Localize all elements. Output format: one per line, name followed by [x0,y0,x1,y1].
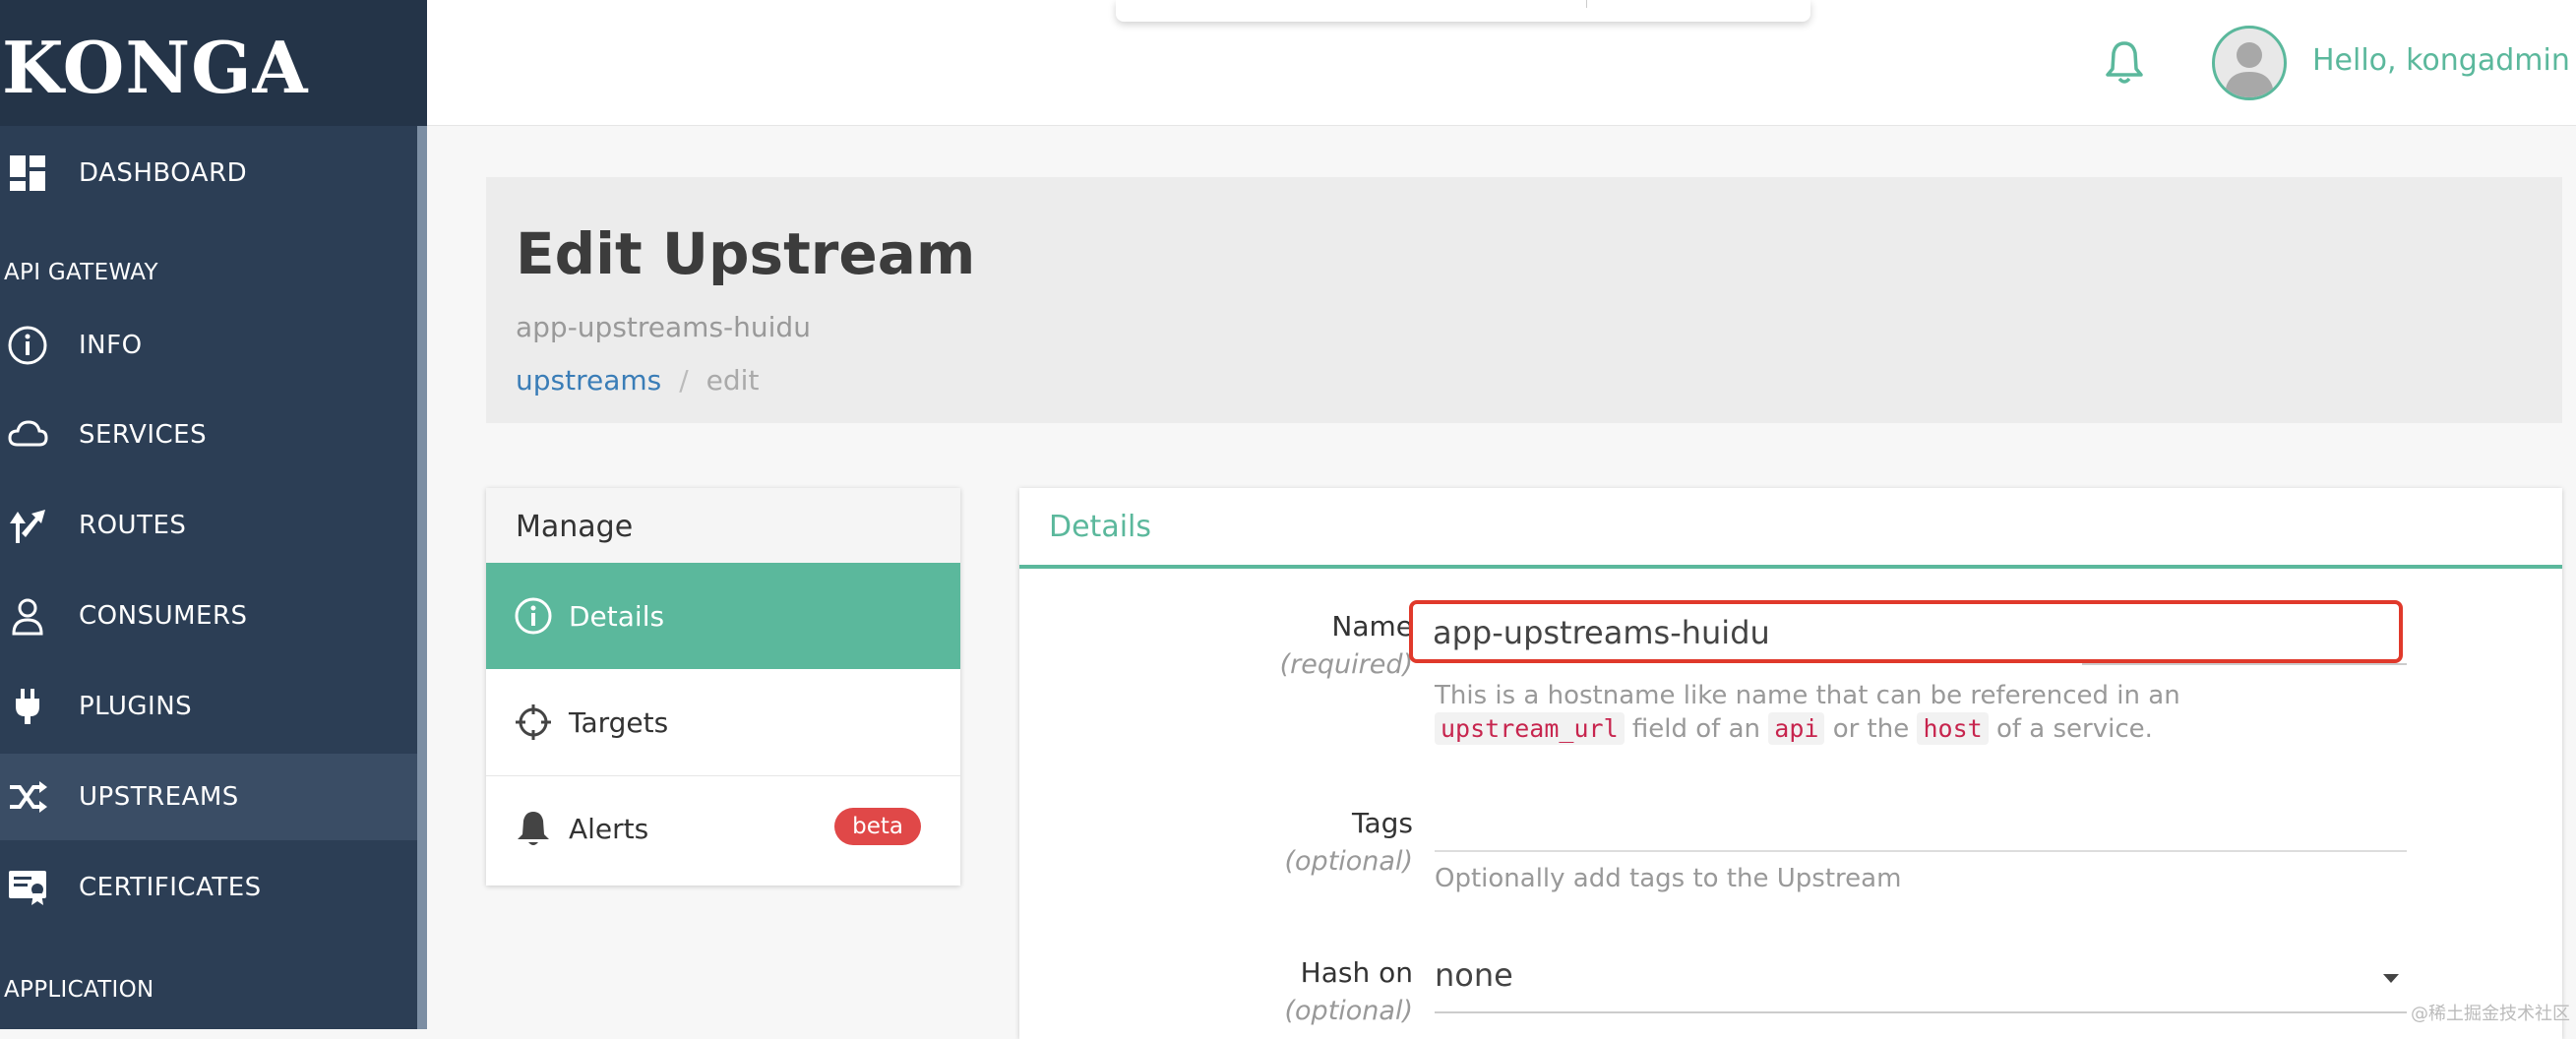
sidebar-item-services[interactable]: SERVICES [0,392,417,478]
certificate-icon [9,871,46,905]
help-text: of a service. [1995,714,2153,744]
hash-on-underline [1435,1011,2407,1013]
hash-on-optional-hint: (optional) [1284,996,1414,1026]
tags-label: Tags [1352,807,1413,839]
plug-icon [16,689,39,724]
page-header: Edit Upstream app-upstreams-huidu upstre… [486,177,2562,423]
info-icon [515,597,552,635]
sidebar-item-upstreams[interactable]: UPSTREAMS [0,754,417,840]
tags-help: Optionally add tags to the Upstream [1435,864,1902,893]
name-help-line2: upstream_url field of an api or the host… [1435,712,2153,745]
avatar[interactable] [2212,26,2287,100]
manage-item-label: Targets [569,706,669,739]
divider [1586,0,1587,8]
shuffle-icon [10,781,47,813]
manage-item-targets[interactable]: Targets [486,669,960,776]
code-upstream-url: upstream_url [1435,712,1625,745]
sidebar-item-plugins[interactable]: PLUGINS [0,663,417,750]
sidebar-section-application: APPLICATION [4,977,154,1003]
sidebar-item-consumers[interactable]: CONSUMERS [0,573,417,659]
name-required-hint: (required) [1279,649,1413,680]
sidebar-item-info[interactable]: INFO [0,302,417,389]
name-input-underline [2082,663,2407,665]
hash-on-label: Hash on [1300,956,1413,989]
top-dropdown-panel [1116,0,1810,22]
sidebar-item-label: ROUTES [79,511,187,540]
manage-title: Manage [516,510,634,544]
details-panel: Details Name (required) app-upstreams-hu… [1019,488,2562,1039]
help-text: or the [1832,714,1910,744]
chevron-down-icon[interactable] [2383,974,2399,983]
name-input-value: app-upstreams-huidu [1433,614,1770,651]
user-menu-toggle[interactable]: Hello, kongadmin [2312,43,2576,78]
user-avatar-icon [2225,42,2274,97]
help-text: field of an [1631,714,1760,744]
routes-icon [10,510,45,543]
watermark: @稀土掘金技术社区 [2411,1004,2570,1024]
dashboard-icon [10,155,45,191]
sidebar-item-dashboard[interactable]: DASHBOARD [0,130,417,216]
sidebar-item-label: PLUGINS [79,692,193,721]
sidebar-section-api-gateway: API GATEWAY [4,260,158,285]
name-label: Name [1331,610,1413,642]
details-title: Details [1049,510,1152,544]
sidebar-item-label: SERVICES [79,420,208,450]
name-input[interactable]: app-upstreams-huidu [1409,600,2403,663]
user-icon [12,598,43,636]
code-host: host [1917,712,1989,745]
manage-panel: Manage Details Targets Alerts beta [486,488,960,886]
sidebar-item-label: CONSUMERS [79,601,248,631]
hash-on-select[interactable]: none [1435,956,1513,994]
manage-item-label: Details [569,600,665,633]
sidebar-item-label: DASHBOARD [79,158,248,188]
sidebar-item-routes[interactable]: ROUTES [0,482,417,569]
crosshair-icon [516,704,551,740]
page-title: Edit Upstream [516,220,976,287]
notifications-bell-icon[interactable] [2104,39,2145,87]
manage-item-alerts[interactable]: Alerts beta [486,775,960,882]
details-header: Details [1019,488,2562,569]
bell-icon [518,812,549,845]
sidebar-scrollbar[interactable] [417,126,427,1029]
user-greeting: Hello, kongadmin [2312,43,2570,78]
sidebar: KONGA DASHBOARD API GATEWAY INFO SERVICE… [0,0,427,1029]
tags-optional-hint: (optional) [1284,846,1414,877]
sidebar-item-certificates[interactable]: CERTIFICATES [0,844,417,931]
breadcrumb: upstreams / edit [516,364,759,397]
breadcrumb-separator: / [679,364,689,397]
page-subtitle: app-upstreams-huidu [516,311,811,343]
tags-input[interactable] [1435,850,2407,852]
manage-header: Manage [486,488,960,564]
code-api: api [1768,712,1825,745]
brand-bar: KONGA [0,0,427,126]
name-help-line1: This is a hostname like name that can be… [1435,681,2180,710]
breadcrumb-link-upstreams[interactable]: upstreams [516,364,661,397]
sidebar-item-label: INFO [79,331,143,360]
info-icon [8,326,47,365]
manage-item-details[interactable]: Details [486,563,960,669]
breadcrumb-current: edit [705,364,760,397]
konga-logo[interactable]: KONGA [2,26,309,109]
manage-item-label: Alerts [569,813,649,845]
sidebar-item-label: UPSTREAMS [79,782,239,812]
beta-badge: beta [834,808,921,845]
sidebar-item-label: CERTIFICATES [79,873,262,902]
cloud-icon [8,420,48,447]
